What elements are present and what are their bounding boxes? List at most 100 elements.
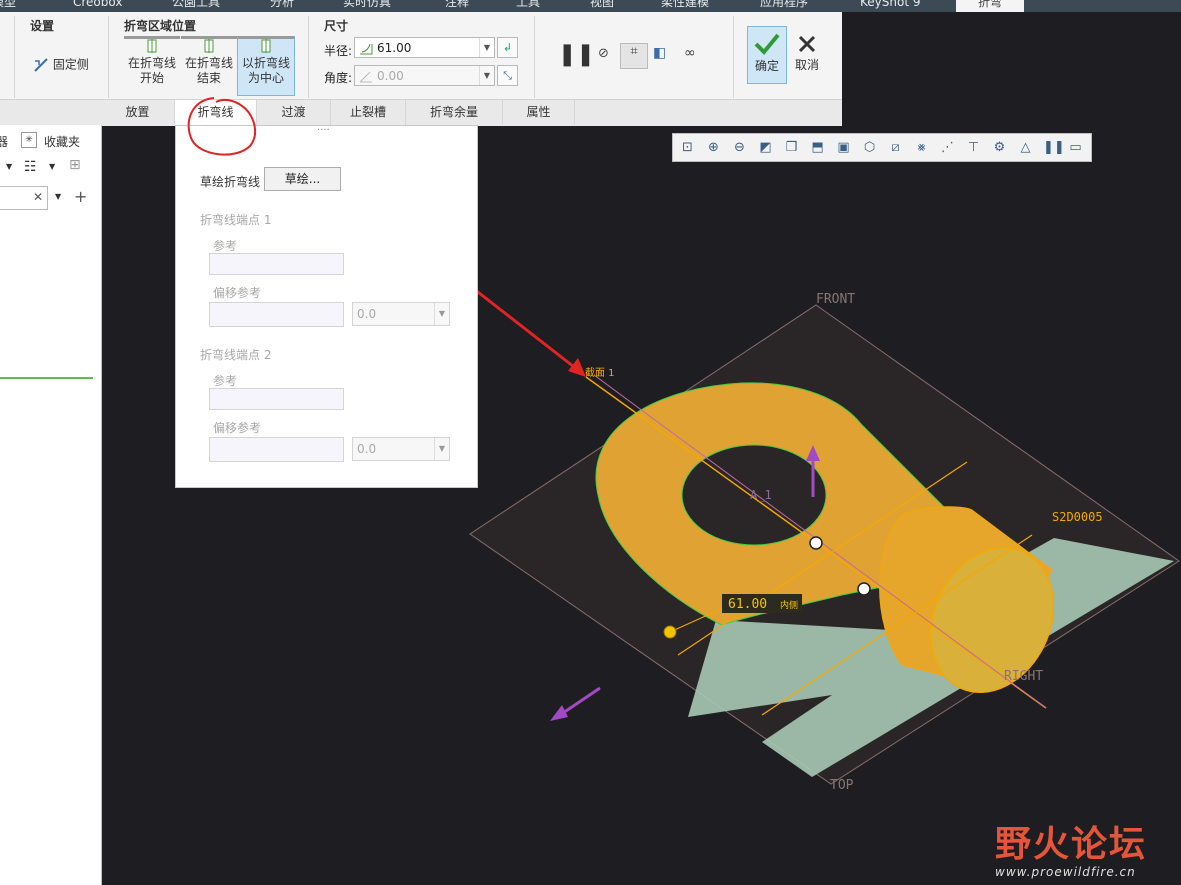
ok-button[interactable]: 确定	[747, 26, 787, 84]
datum-axes-icon[interactable]: ⨳	[913, 139, 930, 156]
radius-icon	[360, 43, 373, 55]
tab-relief[interactable]: 止裂槽	[331, 100, 406, 125]
pause-icon[interactable]: ❚❚	[1043, 139, 1065, 156]
endpoint2-offset-field[interactable]	[209, 437, 344, 462]
dimension-value[interactable]: 61.00	[728, 597, 767, 612]
annotation-display-icon[interactable]: ⚙	[991, 139, 1008, 156]
radius-side-button[interactable]: ↲	[497, 37, 518, 58]
endpoint1-reference-field[interactable]	[209, 253, 344, 275]
ribbon-divider	[108, 16, 109, 98]
panel-grip[interactable]: ····	[317, 125, 330, 136]
glasses-icon[interactable]: ∞	[684, 45, 696, 61]
panel-tabs: 放置 折弯线 过渡 止裂槽 折弯余量 属性	[0, 99, 842, 126]
menu-tab-keyshot[interactable]: KeyShot 9	[860, 0, 920, 12]
endpoint1-offset-field[interactable]	[209, 302, 344, 327]
bend-center-label-2: 为中心	[247, 71, 284, 85]
bend-start-button[interactable]: 在折弯线 开始	[124, 36, 180, 95]
datum-points-icon[interactable]: ⋰	[939, 139, 956, 156]
menu-tab-simulation[interactable]: 实时仿真	[343, 0, 391, 12]
chevron-down-icon[interactable]: ▼	[479, 38, 494, 57]
tab-transition[interactable]: 过渡	[257, 100, 331, 125]
menu-tab-model[interactable]: 模型	[0, 0, 16, 12]
preview-icon[interactable]: ⌗	[620, 43, 648, 69]
saved-orientations-icon[interactable]: ❒	[783, 139, 800, 156]
angle-value: 0.00	[377, 69, 404, 83]
pause-icon[interactable]: ❚❚	[558, 42, 595, 67]
repaint-icon[interactable]: ◩	[757, 139, 774, 156]
zoom-in-icon[interactable]: ⊕	[705, 139, 722, 156]
ribbon-empty-area	[842, 12, 1181, 125]
angle-label: 角度:	[324, 71, 353, 85]
chevron-down-icon[interactable]: ▼	[434, 438, 449, 460]
radius-label: 半径:	[324, 44, 353, 58]
favorites-tab[interactable]: 收藏夹	[44, 133, 80, 150]
flip-radius-icon: ↲	[502, 41, 513, 54]
dimension-handle[interactable]	[663, 625, 677, 639]
drag-handle[interactable]	[857, 582, 871, 596]
add-icon[interactable]: +	[74, 187, 87, 206]
view-manager-icon[interactable]: ⬒	[809, 139, 826, 156]
chevron-down-icon[interactable]: ▼	[6, 162, 12, 171]
chevron-down-icon[interactable]: ▼	[434, 303, 449, 325]
cancel-label: 取消	[794, 58, 819, 72]
tree-search-input[interactable]: ✕	[0, 186, 48, 210]
bend-center-icon	[261, 39, 271, 53]
tab-properties[interactable]: 属性	[503, 100, 575, 125]
no-preview-icon[interactable]: ⊘	[598, 46, 609, 61]
chevron-down-icon[interactable]: ▼	[479, 66, 494, 85]
settings-group-title: 设置	[30, 19, 55, 33]
bend-end-button[interactable]: 在折弯线 结束	[181, 36, 237, 95]
tab-placement[interactable]: 放置	[101, 100, 175, 125]
bend-center-button[interactable]: 以折弯线 为中心	[237, 36, 295, 96]
bend-region-group-title: 折弯区域位置	[124, 19, 197, 33]
endpoint1-offset-number: 0.0	[357, 307, 377, 321]
front-plane-label: FRONT	[816, 292, 855, 307]
angle-flip-button[interactable]: ⤡	[497, 65, 518, 86]
menu-tab-flexible[interactable]: 柔性建模	[661, 0, 709, 12]
tab-bend-allowance[interactable]: 折弯余量	[406, 100, 503, 125]
tree-tab-fragment[interactable]: 器	[0, 133, 8, 150]
tree-settings-icon[interactable]: ☷	[24, 159, 37, 175]
chevron-down-icon[interactable]: ▼	[49, 162, 55, 171]
cancel-button[interactable]: 取消	[789, 26, 825, 82]
menu-tab-creobox[interactable]: Creobox	[73, 0, 122, 12]
tag-icon[interactable]: ▭	[1067, 139, 1084, 156]
chevron-down-icon[interactable]: ▼	[55, 192, 61, 201]
bend-start-icon	[147, 39, 157, 53]
bend-start-label-1: 在折弯线	[127, 56, 176, 70]
menu-tab-analysis[interactable]: 分析	[270, 0, 294, 12]
zoom-out-icon[interactable]: ⊖	[731, 139, 748, 156]
verify-icon[interactable]: ◧	[653, 45, 666, 61]
angle-field[interactable]: 0.00 ▼	[354, 65, 495, 86]
menu-tab-annotate[interactable]: 注释	[445, 0, 469, 12]
menu-tab-bend[interactable]: 折弯	[956, 0, 1025, 12]
sketch-bend-line-label: 草绘折弯线	[200, 175, 261, 189]
spin-center-icon[interactable]: △	[1017, 139, 1034, 156]
endpoint1-title: 折弯线端点 1	[200, 213, 272, 227]
radius-field[interactable]: 61.00 ▼	[354, 37, 495, 58]
menu-tab-view[interactable]: 视图	[590, 0, 614, 12]
clear-icon[interactable]: ✕	[33, 190, 43, 204]
display-style-icon[interactable]: ▣	[835, 139, 852, 156]
csys-display-icon[interactable]: ⊤	[965, 139, 982, 156]
filter-icon[interactable]: ⊞	[69, 157, 81, 173]
datum-planes-icon[interactable]: ⧄	[887, 139, 904, 156]
refit-icon[interactable]: ⊡	[679, 139, 696, 156]
bend-end-label-2: 结束	[196, 71, 221, 85]
endpoint2-offset-value[interactable]: 0.0 ▼	[352, 437, 450, 461]
endpoint1-offset-value[interactable]: 0.0 ▼	[352, 302, 450, 326]
axis-label: A_1	[750, 488, 772, 502]
ribbon-divider	[308, 16, 309, 98]
watermark-url: www.proewildfire.cn	[995, 865, 1136, 879]
menu-tab-tools[interactable]: 工具	[516, 0, 540, 12]
perspective-icon[interactable]: ⬡	[861, 139, 878, 156]
sketch-button[interactable]: 草绘...	[264, 167, 341, 191]
bend-end-label-1: 在折弯线	[184, 56, 233, 70]
menu-tab-tools-ext[interactable]: 公園工具	[172, 0, 220, 12]
drag-handle[interactable]	[809, 536, 823, 550]
fixed-side-button[interactable]: 固定侧	[33, 57, 97, 73]
endpoint2-title: 折弯线端点 2	[200, 348, 272, 362]
menu-tab-applications[interactable]: 应用程序	[760, 0, 808, 12]
endpoint2-reference-field[interactable]	[209, 388, 344, 410]
direction-arrow-side[interactable]	[559, 686, 601, 717]
